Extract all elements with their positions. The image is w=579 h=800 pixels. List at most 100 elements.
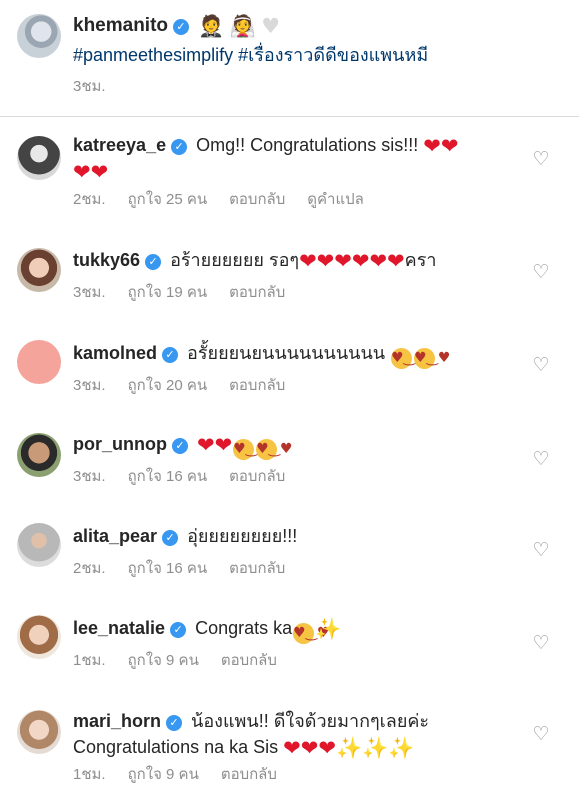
comment-meta: 2ชม. ถูกใจ 16 คน ตอบกลับ [73,560,307,578]
comment-mari_horn: mari_horn ✓ น้องแพน!! ดีใจด้วยมากๆเลยค่ะ … [0,700,579,800]
comment-kamolned: kamolned ✓ อรั้ยยยนยนนนนนนนนนน ♥‿♥♥‿♥ 3ชม… [0,332,579,402]
comment-body-line2: Congratulations na ka Sis [73,737,279,757]
white-heart-emoji-icon: ♥ [261,14,281,38]
red-heart-emoji-icon: ❤❤❤ [283,736,336,760]
heart-eyes-emoji-icon: ♥‿♥ [391,348,427,369]
likes-count[interactable]: ถูกใจ 16 คน [128,560,208,577]
heart-outline-icon[interactable]: ♡ [531,633,551,653]
likes-count[interactable]: ถูกใจ 19 คน [128,284,208,301]
avatar[interactable] [17,136,61,180]
reply-button[interactable]: ตอบกลับ [229,284,285,301]
comment-body: อร้ายยยยยย รอๆ [170,250,300,270]
red-heart-emoji-icon: ❤ [440,134,459,158]
comment-text: lee_natalie ✓ Congrats ka♥‿♥✨ [73,615,523,644]
comment-time: 3ชม. [73,377,106,394]
comment-username[interactable]: lee_natalie [73,618,165,638]
comment-meta: 3ชม. ถูกใจ 19 คน ตอบกลับ [73,284,307,302]
reply-button[interactable]: ตอบกลับ [229,191,285,208]
verified-badge-icon: ✓ [171,438,188,454]
avatar[interactable] [17,615,61,659]
caption-hashtags[interactable]: #panmeethesimplify #เรื่องราวดีดีของแพนห… [73,43,428,67]
verified-badge-icon: ✓ [170,622,187,638]
reply-button[interactable]: ตอบกลับ [229,377,285,394]
translate-button[interactable]: ดูคำแปล [307,191,364,208]
comment-time: 2ชม. [73,560,106,577]
comment-username[interactable]: tukky66 [73,250,140,270]
comment-time: 2ชม. [73,191,106,208]
comment-text: alita_pear ✓ อุ่ยยยยยยยย!!! [73,523,523,549]
comment-text: katreeya_e ✓ Omg!! Congratulations sis!!!… [73,132,523,184]
red-heart-emoji-icon: ❤ [90,160,109,184]
comment-tukky66: tukky66 ✓ อร้ายยยยยย รอๆ❤❤❤❤❤❤ครา 3ชม. ถูก… [0,240,579,310]
comment-text: por_unnop ✓ ❤❤♥‿♥♥‿♥ [73,431,523,460]
caption-username[interactable]: khemanito [73,15,168,36]
comment-time: 3ชม. [73,468,106,485]
avatar[interactable] [17,340,61,384]
heart-outline-icon[interactable]: ♡ [531,149,551,169]
comment-katreeya_e: katreeya_e ✓ Omg!! Congratulations sis!!!… [0,126,579,216]
comment-time: 3ชม. [73,284,106,301]
avatar[interactable] [17,710,61,754]
comment-text: tukky66 ✓ อร้ายยยยยย รอๆ❤❤❤❤❤❤ครา [73,247,523,273]
comment-meta: 1ชม. ถูกใจ 9 คน ตอบกลับ [73,766,299,784]
post-caption: khemanito ✓ 🤵 👰 ♥ #panmeethesimplify #เรื… [0,0,579,116]
red-heart-emoji-icon: ❤❤ [197,433,233,457]
comment-text: mari_horn ✓ น้องแพน!! ดีใจด้วยมากๆเลยค่ะ … [73,708,523,760]
verified-badge-icon: ✓ [162,530,179,546]
red-heart-emoji-icon: ❤ [423,134,441,158]
likes-count[interactable]: ถูกใจ 9 คน [128,652,199,669]
heart-eyes-emoji-icon: ♥‿♥ [256,439,293,460]
heart-eyes-emoji-icon: ♥‿♥ [414,348,450,369]
comment-body: Omg!! Congratulations sis!!! [196,135,419,155]
comment-time: 1ชม. [73,652,106,669]
caption-time: 3ชม. [73,78,106,95]
heart-eyes-emoji-icon: ♥‿♥ [293,623,330,644]
heart-eyes-emoji-icon: ♥‿♥ [233,439,270,460]
comment-meta: 2ชม. ถูกใจ 25 คน ตอบกลับ ดูคำแปล [73,191,386,209]
comment-meta: 3ชม. ถูกใจ 20 คน ตอบกลับ [73,377,307,395]
verified-badge-icon: ✓ [173,19,190,35]
reply-button[interactable]: ตอบกลับ [229,560,285,577]
likes-count[interactable]: ถูกใจ 25 คน [128,191,208,208]
verified-badge-icon: ✓ [166,715,183,731]
comment-body: อรั้ยยยนยนนนนนนนนนน [187,343,386,363]
reply-button[interactable]: ตอบกลับ [221,652,277,669]
comment-text: kamolned ✓ อรั้ยยยนยนนนนนนนนนน ♥‿♥♥‿♥ [73,340,523,369]
comment-por_unnop: por_unnop ✓ ❤❤♥‿♥♥‿♥ 3ชม. ถูกใจ 16 คน ตอบกล… [0,423,579,493]
comment-username[interactable]: katreeya_e [73,135,166,155]
comment-body: อุ่ยยยยยยยย!!! [187,526,298,546]
comment-username[interactable]: kamolned [73,343,157,363]
party-popper-emoji-icon: ✨ [315,617,342,641]
verified-badge-icon: ✓ [145,254,162,270]
reply-button[interactable]: ตอบกลับ [229,468,285,485]
heart-outline-icon[interactable]: ♡ [531,449,551,469]
comment-username[interactable]: alita_pear [73,526,157,546]
groom-emoji-icon: 🤵 [198,14,225,38]
heart-outline-icon[interactable]: ♡ [531,724,551,744]
verified-badge-icon: ✓ [171,139,188,155]
avatar[interactable] [17,523,61,567]
heart-outline-icon[interactable]: ♡ [531,262,551,282]
avatar-khemanito[interactable] [17,14,61,58]
comment-alita_pear: alita_pear ✓ อุ่ยยยยยยยย!!! 2ชม. ถูกใจ 16 … [0,515,579,585]
comment-username[interactable]: por_unnop [73,434,167,454]
divider [0,116,579,117]
comment-time: 1ชม. [73,766,106,783]
likes-count[interactable]: ถูกใจ 16 คน [128,468,208,485]
comment-body: Congrats ka [195,618,293,638]
comment-username[interactable]: mari_horn [73,711,161,731]
verified-badge-icon: ✓ [162,347,179,363]
heart-outline-icon[interactable]: ♡ [531,540,551,560]
avatar[interactable] [17,433,61,477]
comment-meta: 1ชม. ถูกใจ 9 คน ตอบกลับ [73,652,299,670]
reply-button[interactable]: ตอบกลับ [221,766,277,783]
heart-outline-icon[interactable]: ♡ [531,355,551,375]
comment-body: น้องแพน!! ดีใจด้วยมากๆเลยค่ะ [191,711,430,731]
caption-line: khemanito ✓ 🤵 👰 ♥ [73,14,280,38]
comment-body-end: ครา [404,250,437,270]
red-heart-emoji-icon: ❤❤❤❤❤❤ [299,249,405,273]
likes-count[interactable]: ถูกใจ 9 คน [128,766,199,783]
avatar[interactable] [17,248,61,292]
likes-count[interactable]: ถูกใจ 20 คน [128,377,208,394]
red-heart-emoji-icon: ❤ [73,160,91,184]
